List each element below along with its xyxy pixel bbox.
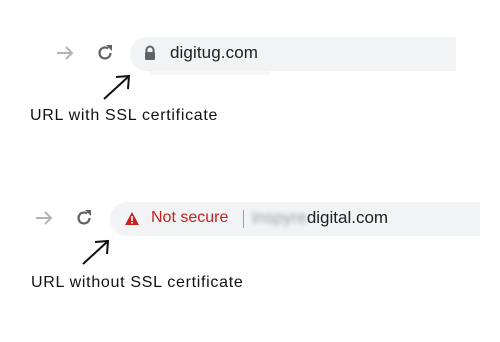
caption-secure: URL with SSL certificate <box>30 107 219 124</box>
caption-insecure: URL without SSL certificate <box>31 274 244 291</box>
address-bar-shadow <box>150 71 270 75</box>
forward-arrow-icon[interactable] <box>55 45 75 61</box>
pointer-arrow-icon <box>79 238 113 273</box>
reload-icon[interactable] <box>95 43 115 63</box>
forward-arrow-icon[interactable] <box>34 210 54 226</box>
url-text[interactable]: digitug.com <box>170 43 258 63</box>
url-visible-part: digital.com <box>306 208 389 227</box>
warning-triangle-icon[interactable] <box>124 211 140 231</box>
url-blurred-part: inspyre <box>252 208 307 227</box>
lock-icon[interactable] <box>143 45 157 66</box>
pointer-arrow-icon <box>100 73 134 108</box>
separator <box>243 210 244 228</box>
reload-icon[interactable] <box>74 208 94 228</box>
url-text[interactable]: inspyredigital.com <box>252 208 388 228</box>
not-secure-label[interactable]: Not secure <box>151 209 228 227</box>
